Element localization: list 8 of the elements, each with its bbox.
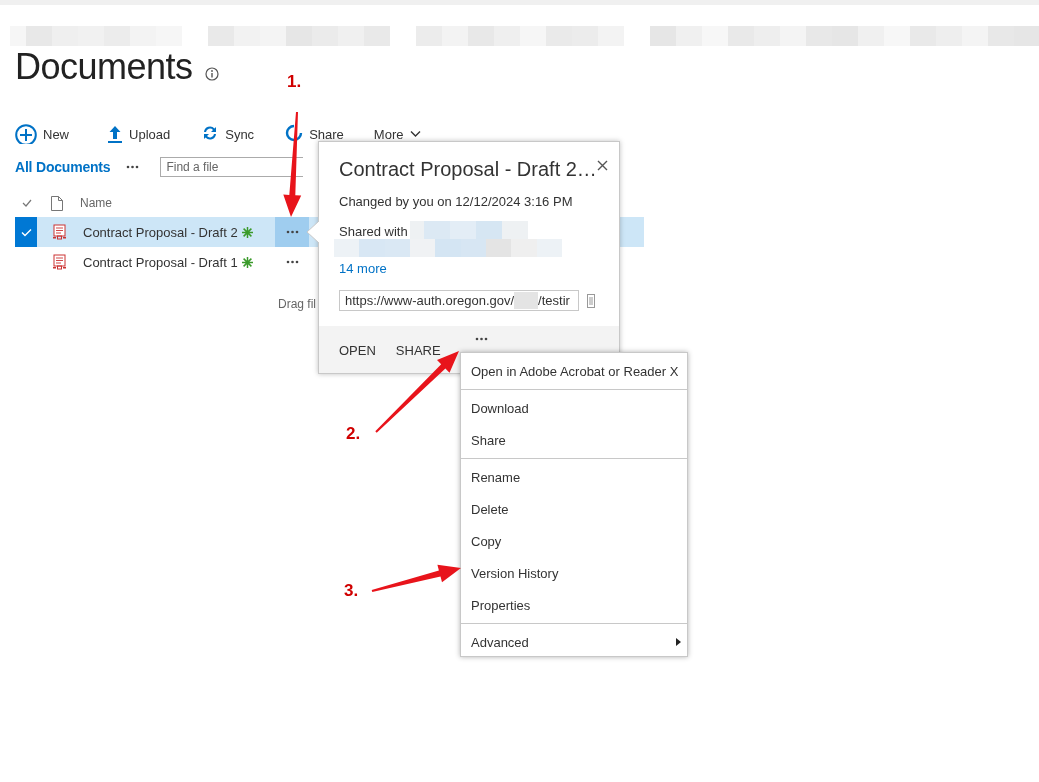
- annotation-label: 1.: [287, 72, 302, 92]
- page-title: Documents: [15, 48, 193, 86]
- shared-with-label: Shared with: [339, 223, 408, 239]
- annotation-label: 2.: [346, 424, 361, 444]
- modified-info: Changed by you on 12/12/2024 3:16 PM: [339, 194, 574, 209]
- callout-title: Contract Proposal - Draft 2…: [339, 157, 597, 181]
- drop-hint: Drag fil: [278, 297, 316, 311]
- annotation-label: 3.: [344, 581, 359, 601]
